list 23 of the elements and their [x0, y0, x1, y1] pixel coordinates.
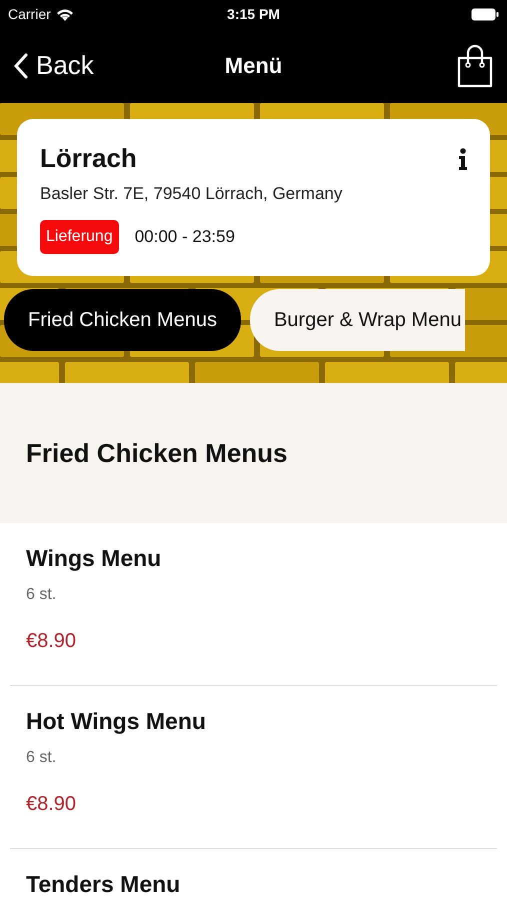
section-title: Fried Chicken Menus — [26, 438, 288, 468]
delivery-badge: Lieferung — [40, 220, 119, 254]
carrier-label: Carrier — [8, 6, 51, 22]
item-description: 6 st. — [26, 586, 58, 604]
status-time: 3:15 PM — [227, 6, 280, 22]
item-name[interactable]: Wings Menu — [26, 545, 481, 572]
item-description: 6 st. — [26, 749, 58, 767]
item-name[interactable]: Tenders Menu — [26, 871, 481, 898]
item-name[interactable]: Hot Wings Menu — [26, 708, 481, 735]
store-address: Basler Str. 7E, 79540 Lörrach, Germany — [40, 184, 344, 204]
category-tab[interactable]: Burger & Wrap Menu — [250, 289, 466, 351]
item-price: €8.90 — [26, 793, 78, 816]
opening-hours: 00:00 - 23:59 — [134, 227, 235, 247]
chevron-left-icon — [14, 52, 28, 78]
store-name: Lörrach — [40, 143, 137, 174]
back-button[interactable]: Back — [14, 50, 94, 81]
shopping-bag-icon[interactable] — [457, 44, 493, 88]
category-tab[interactable]: Fried Chicken Menus — [4, 289, 241, 351]
nav-title: Menü — [224, 52, 282, 78]
battery-icon — [471, 8, 499, 20]
item-price: €8.90 — [26, 630, 78, 653]
wifi-icon — [56, 8, 74, 20]
info-icon[interactable] — [458, 148, 468, 170]
